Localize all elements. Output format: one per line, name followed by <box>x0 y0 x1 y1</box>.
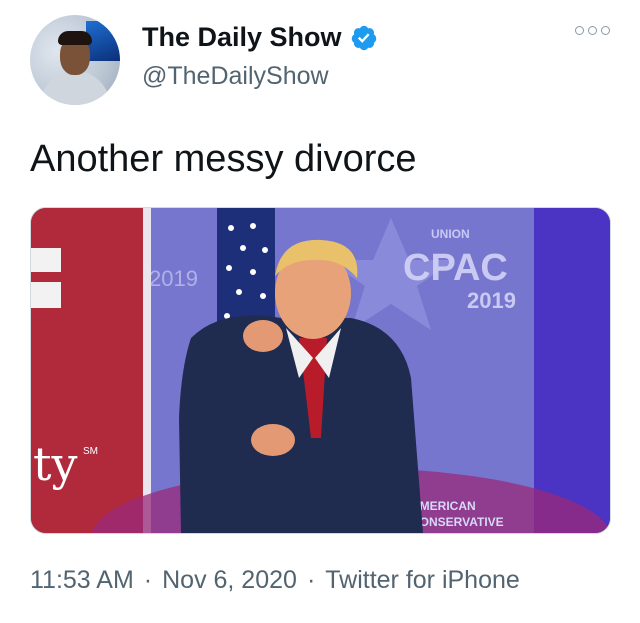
meta-separator: · <box>143 566 153 594</box>
backdrop-sm-text: SM <box>83 446 98 457</box>
avatar[interactable] <box>30 15 120 105</box>
tweet-date[interactable]: Nov 6, 2020 <box>162 566 297 595</box>
more-options-icon[interactable] <box>575 26 610 35</box>
backdrop-conservative-text: CONSERVATIVE <box>411 515 504 529</box>
backdrop-year-left-text: 2019 <box>149 266 198 291</box>
display-name[interactable]: The Daily Show <box>142 22 342 53</box>
tweet-text: Another messy divorce <box>30 138 417 180</box>
backdrop-left-text: ty <box>33 437 77 491</box>
tweet-time[interactable]: 11:53 AM <box>30 566 134 595</box>
tweet-source[interactable]: Twitter for iPhone <box>325 566 520 595</box>
tweet-photo[interactable]: ty SM UNION CPAC 2019 2019 AMERICAN CONS… <box>30 207 611 534</box>
backdrop-cpac-text: CPAC <box>403 247 508 289</box>
verified-badge-icon <box>351 25 376 50</box>
handle[interactable]: @TheDailyShow <box>142 62 329 91</box>
backdrop-union-text: UNION <box>431 227 470 241</box>
meta-separator: · <box>306 566 316 594</box>
photo-illustration: ty SM UNION CPAC 2019 2019 AMERICAN CONS… <box>31 208 610 533</box>
backdrop-year-text: 2019 <box>467 288 516 313</box>
tweet-metadata: 11:53 AM · Nov 6, 2020 · Twitter for iPh… <box>30 566 520 595</box>
author-name-row: The Daily Show <box>142 22 378 53</box>
